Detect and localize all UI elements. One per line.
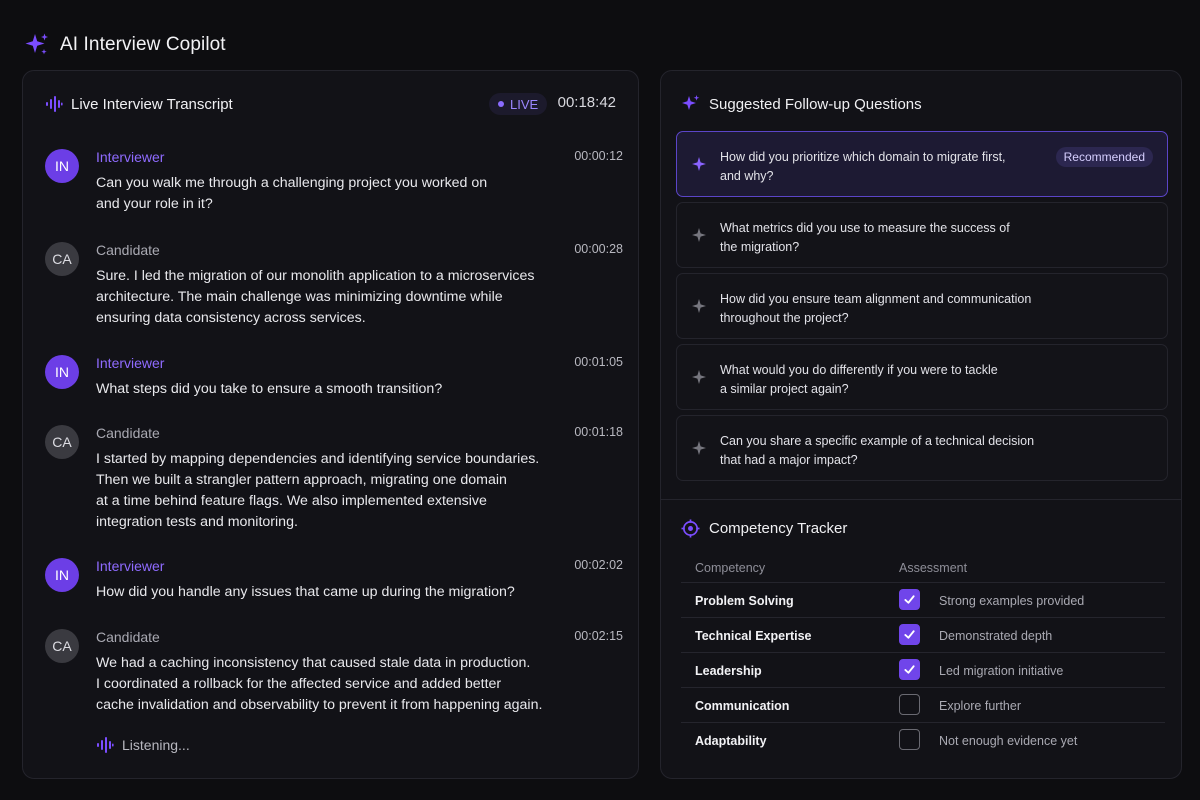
check-icon	[904, 665, 915, 674]
message-timestamp: 00:00:28	[574, 242, 623, 256]
message-text: Can you walk me through a challenging pr…	[96, 175, 488, 212]
question-text: What would you do differently if you wer…	[720, 363, 998, 396]
competency-name: Leadership	[695, 664, 762, 678]
assessment-note: Demonstrated depth	[939, 629, 1053, 643]
message-text: We had a caching inconsistency that caus…	[96, 655, 543, 713]
suggested-question-card[interactable]: How did you prioritize which domain to m…	[676, 131, 1168, 197]
message-timestamp: 00:02:15	[574, 629, 623, 643]
competency-name: Communication	[695, 699, 790, 713]
avatar: CA	[45, 629, 79, 663]
interview-timer: 00:18:42	[557, 94, 616, 111]
live-badge: LIVE	[489, 93, 548, 115]
waveform-icon	[97, 737, 114, 753]
competency-row: Adaptability Not enough evidence yet	[681, 722, 1165, 757]
assessment-checkbox[interactable]	[899, 589, 920, 610]
message-text: Sure. I led the migration of our monolit…	[96, 268, 535, 326]
assessment-checkbox[interactable]	[899, 729, 920, 750]
app-title: AI Interview Copilot	[60, 34, 226, 55]
speaker-name: Candidate	[96, 242, 160, 258]
sparkle-icon	[25, 33, 48, 55]
listening-indicator: Listening...	[96, 737, 190, 753]
assessment-checkbox[interactable]	[899, 659, 920, 680]
app-header: AI Interview Copilot	[24, 30, 226, 60]
competency-title: Competency Tracker	[709, 519, 848, 537]
assessment-note: Explore further	[939, 699, 1021, 713]
sparkle-icon	[692, 370, 706, 384]
speaker-name: Candidate	[96, 629, 160, 645]
suggested-question-card[interactable]: Can you share a specific example of a te…	[676, 415, 1168, 481]
question-text: Can you share a specific example of a te…	[720, 434, 1035, 467]
assessment-note: Led migration initiative	[939, 664, 1064, 678]
sparkle-icon	[692, 157, 706, 171]
speaker-name: Interviewer	[96, 149, 165, 165]
assessment-checkbox[interactable]	[899, 694, 920, 715]
suggestions-header: Suggested Follow-up Questions	[681, 93, 922, 115]
section-divider	[661, 499, 1181, 500]
competency-header: Competency Tracker	[681, 517, 847, 539]
assessment-checkbox[interactable]	[899, 624, 920, 645]
avatar: CA	[45, 425, 79, 459]
target-icon	[681, 518, 700, 538]
message-timestamp: 00:01:18	[574, 425, 623, 439]
question-text: How did you prioritize which domain to m…	[720, 150, 1006, 183]
speaker-name: Interviewer	[96, 355, 165, 371]
assessment-note: Not enough evidence yet	[939, 734, 1078, 748]
live-label: LIVE	[510, 96, 539, 112]
transcript-title: Live Interview Transcript	[71, 95, 233, 113]
question-text: What metrics did you use to measure the …	[720, 221, 1010, 254]
message-timestamp: 00:00:12	[574, 149, 623, 163]
avatar: CA	[45, 242, 79, 276]
transcript-header: Live Interview Transcript	[45, 93, 233, 115]
listening-label: Listening...	[122, 737, 190, 753]
question-text: How did you ensure team alignment and co…	[720, 292, 1032, 325]
sparkle-icon	[692, 299, 706, 313]
suggested-question-card[interactable]: What metrics did you use to measure the …	[676, 202, 1168, 268]
competency-name: Problem Solving	[695, 594, 794, 608]
sparkle-icon	[692, 228, 706, 242]
column-header-assessment: Assessment	[899, 561, 968, 575]
suggested-question-card[interactable]: What would you do differently if you wer…	[676, 344, 1168, 410]
competency-row: Technical Expertise Demonstrated depth	[681, 617, 1165, 652]
message-timestamp: 00:01:05	[574, 355, 623, 369]
message-text: I started by mapping dependencies and id…	[96, 451, 540, 530]
competency-row: Communication Explore further	[681, 687, 1165, 722]
message-text: How did you handle any issues that came …	[96, 584, 515, 600]
competency-name: Technical Expertise	[695, 629, 812, 643]
check-icon	[904, 595, 915, 604]
competency-row: Leadership Led migration initiative	[681, 652, 1165, 687]
live-dot-icon	[498, 101, 504, 107]
avatar: IN	[45, 558, 79, 592]
suggestions-title: Suggested Follow-up Questions	[709, 95, 922, 113]
sparkle-icon	[692, 441, 706, 455]
copilot-panel: Suggested Follow-up Questions How did yo…	[660, 70, 1182, 779]
check-icon	[904, 630, 915, 639]
competency-row: Problem Solving Strong examples provided	[681, 582, 1165, 617]
competency-name: Adaptability	[695, 734, 767, 748]
speaker-name: Candidate	[96, 425, 160, 441]
waveform-icon	[46, 96, 63, 112]
assessment-note: Strong examples provided	[939, 594, 1085, 608]
suggested-question-card[interactable]: How did you ensure team alignment and co…	[676, 273, 1168, 339]
avatar: IN	[45, 149, 79, 183]
message-timestamp: 00:02:02	[574, 558, 623, 572]
avatar: IN	[45, 355, 79, 389]
speaker-name: Interviewer	[96, 558, 165, 574]
column-header-competency: Competency	[695, 561, 766, 575]
recommended-badge: Recommended	[1055, 147, 1153, 167]
sparkle-icon	[682, 95, 700, 110]
message-text: What steps did you take to ensure a smoo…	[96, 381, 443, 397]
transcript-panel: Live Interview Transcript LIVE 00:18:42 …	[22, 70, 639, 779]
